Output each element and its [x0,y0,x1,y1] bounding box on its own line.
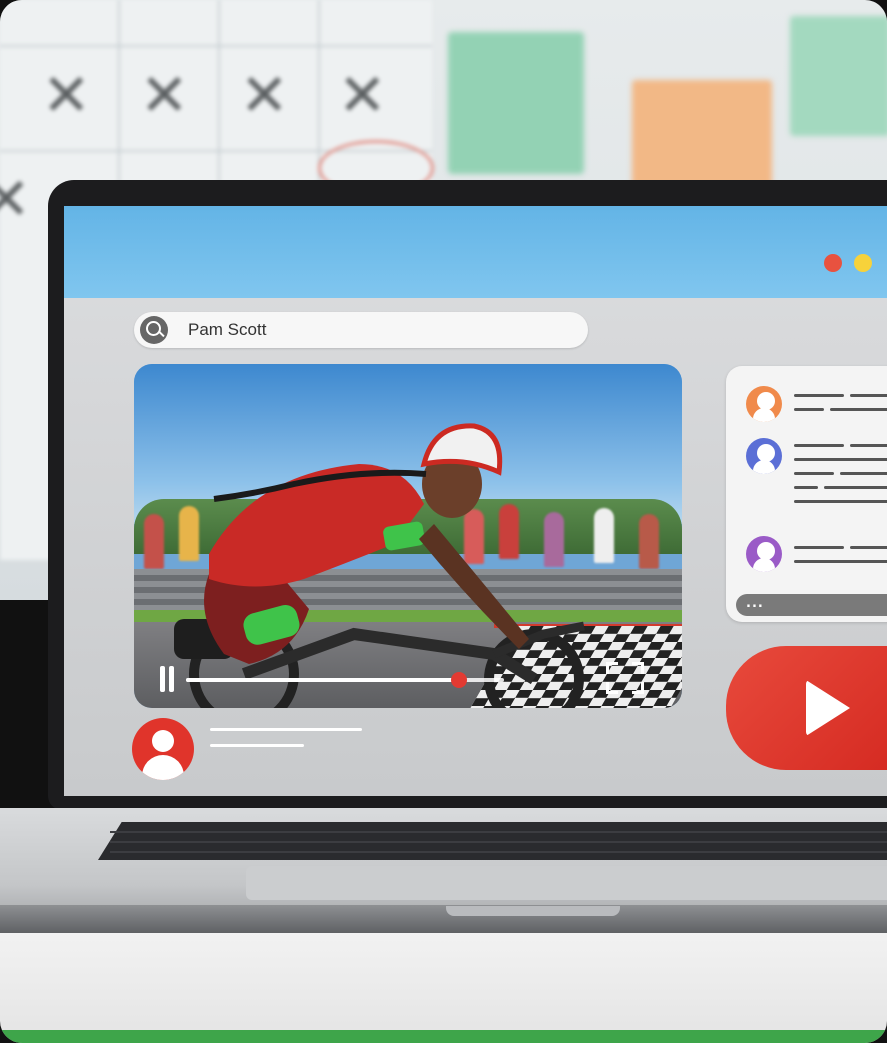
video-player[interactable] [134,364,682,708]
scene: ✕ ✕ ✕ ✕ ✕ Pam Scott ... [0,0,887,1043]
laptop-base-edge [0,905,887,933]
keyboard-row [110,841,887,843]
search-bar[interactable]: Pam Scott [134,312,588,348]
user-avatar-icon[interactable] [746,386,782,422]
comment-input[interactable]: ... [736,594,887,616]
user-avatar-icon[interactable] [746,438,782,474]
video-title-placeholder [210,728,362,731]
comment-text-line [794,546,844,549]
fullscreen-icon[interactable] [606,662,644,694]
video-meta-placeholder [210,744,304,747]
comment-text-line [794,394,844,397]
comment-text-line [840,472,887,475]
window-minimize-button[interactable] [854,254,872,272]
comment-text-line [794,444,844,447]
keyboard-row [110,831,887,833]
comment-text-line [850,394,887,397]
comment-text-line [850,546,887,549]
cyclist-arm [419,524,529,649]
keyboard-row [110,851,887,853]
laptop-notch [446,906,620,916]
pause-icon[interactable] [160,666,178,692]
play-icon [806,680,850,736]
comment-text-line [794,486,818,489]
video-progress-fill [186,678,460,682]
comment-text-line [794,408,824,411]
search-input[interactable]: Pam Scott [188,320,266,340]
cyclist-figure [174,423,585,708]
comment-text-line [794,458,887,461]
grass-strip [0,1030,887,1043]
laptop-screen: Pam Scott ... [64,206,887,796]
comment-text-line [794,472,834,475]
bike-wheel [484,629,584,708]
comments-panel: ... [726,366,887,622]
comment-text-line [824,486,887,489]
play-button[interactable] [726,646,887,770]
more-icon[interactable]: ... [746,596,764,611]
sticky-note-green-2 [790,16,887,136]
laptop-palmrest [246,866,887,900]
comment-text-line [830,408,887,411]
user-avatar-icon[interactable] [132,718,194,780]
sticky-note-green [448,32,584,174]
search-icon[interactable] [140,316,168,344]
video-progress-bar[interactable] [186,672,504,688]
window-close-button[interactable] [824,254,842,272]
comment-text-line [794,560,887,563]
window-titlebar [64,206,887,298]
desk-surface [0,930,887,1043]
comment-text-line [794,500,887,503]
comment-text-line [850,444,887,447]
user-avatar-icon[interactable] [746,536,782,572]
